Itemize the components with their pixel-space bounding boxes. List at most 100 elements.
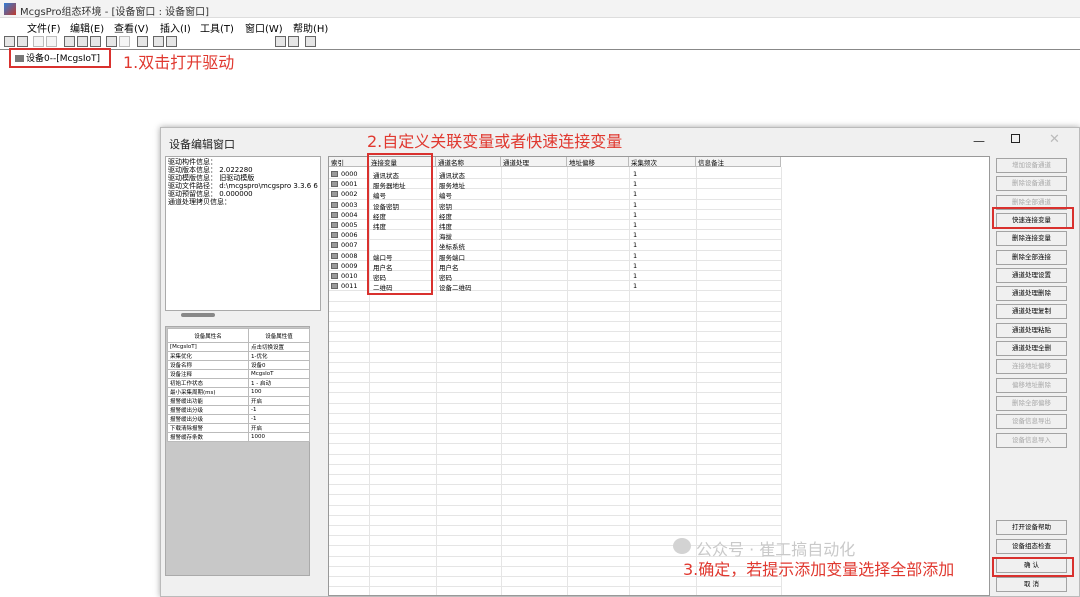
grid-header[interactable]: 通道名称 bbox=[436, 157, 501, 167]
menu-edit[interactable]: 编辑(E) bbox=[70, 20, 104, 35]
prop-row[interactable]: 最小采集周期(ms) 100 bbox=[166, 387, 310, 397]
prop-value[interactable]: 点击切换设置 bbox=[248, 342, 310, 352]
grid-line bbox=[329, 474, 781, 475]
prop-value[interactable]: 开启 bbox=[248, 396, 310, 406]
maximize-icon[interactable] bbox=[1011, 134, 1020, 143]
grid-header[interactable]: 信息备注 bbox=[696, 157, 781, 167]
prop-row[interactable]: 报警缓出分级 -1 bbox=[166, 405, 310, 415]
prop-name: 报警缓出分级 bbox=[166, 405, 250, 415]
prop-row[interactable]: 报警缓出分级 -1 bbox=[166, 414, 310, 424]
prop-name: 报警缓出分级 bbox=[166, 414, 250, 424]
button-4[interactable]: 删除连接变量 bbox=[996, 231, 1067, 247]
highlight-box bbox=[367, 153, 433, 295]
new-icon[interactable] bbox=[4, 36, 15, 47]
cell-freq: 1 bbox=[633, 210, 638, 219]
button-8[interactable]: 通道处理复制 bbox=[996, 304, 1067, 320]
prop-name: 报警缓出功能 bbox=[166, 396, 250, 406]
info-line: 驱动文件路径： d:\mcgspro\mcgspro 3.3.6 6 bbox=[168, 182, 318, 190]
cell-freq: 1 bbox=[633, 200, 638, 209]
tool-icon[interactable] bbox=[137, 36, 148, 47]
button-13[interactable]: 删除全部偏移 bbox=[996, 395, 1067, 411]
info-line: 驱动版本信息： 2.022280 bbox=[168, 166, 253, 174]
prop-row[interactable]: [McgsIoT] 点击切换设置 bbox=[166, 342, 310, 352]
device-icon[interactable] bbox=[153, 36, 164, 47]
grid-header[interactable]: 地址偏移 bbox=[567, 157, 629, 167]
tool-icon[interactable] bbox=[288, 36, 299, 47]
paste-icon[interactable] bbox=[90, 36, 101, 47]
grid-header[interactable]: 索引 bbox=[329, 157, 369, 167]
prop-value[interactable]: 开启 bbox=[248, 423, 310, 433]
prop-value[interactable]: -1 bbox=[248, 414, 310, 424]
cell-freq: 1 bbox=[633, 261, 638, 270]
prop-row[interactable]: 报警缓存条数 1000 bbox=[166, 432, 310, 442]
minimize-icon[interactable]: — bbox=[973, 134, 985, 148]
close-icon[interactable]: ✕ bbox=[1049, 132, 1060, 147]
channel-icon bbox=[331, 273, 338, 279]
grid-header[interactable]: 通道处理 bbox=[501, 157, 567, 167]
prop-value[interactable]: McgsIoT bbox=[248, 369, 310, 379]
prop-row[interactable]: 设备名称 设备0 bbox=[166, 360, 310, 370]
cut-icon[interactable] bbox=[64, 36, 75, 47]
prop-row[interactable]: 下载清除报警 开启 bbox=[166, 423, 310, 433]
menu-file[interactable]: 文件(F) bbox=[27, 20, 61, 35]
highlight-box bbox=[9, 48, 111, 68]
button-7[interactable]: 通道处理删除 bbox=[996, 286, 1067, 302]
menu-help[interactable]: 帮助(H) bbox=[293, 20, 328, 35]
button-1[interactable]: 删除设备通道 bbox=[996, 176, 1067, 192]
menu-window[interactable]: 窗口(W) bbox=[245, 20, 283, 35]
prop-name: 设备名称 bbox=[166, 360, 250, 370]
annotation-step2: 2.自定义关联变量或者快速连接变量 bbox=[367, 132, 623, 151]
button-14[interactable]: 设备信息导出 bbox=[996, 414, 1067, 430]
prop-name: 最小采集周期(ms) bbox=[166, 387, 250, 397]
grid-line bbox=[329, 382, 781, 384]
prop-value[interactable]: 1 - 启动 bbox=[248, 378, 310, 388]
grid-line bbox=[329, 361, 781, 363]
prop-value[interactable]: -1 bbox=[248, 405, 310, 415]
help-icon[interactable] bbox=[305, 36, 316, 47]
grid-line bbox=[329, 504, 781, 506]
button-6[interactable]: 通道处理设置 bbox=[996, 267, 1067, 283]
open-help-button[interactable]: 打开设备帮助 bbox=[996, 520, 1067, 535]
undo-icon[interactable] bbox=[106, 36, 117, 47]
prop-value[interactable]: 设备0 bbox=[248, 360, 310, 370]
cancel-button[interactable]: 取 消 bbox=[996, 577, 1067, 592]
button-0[interactable]: 增加设备通道 bbox=[996, 158, 1067, 173]
cell-index: 0000 bbox=[341, 170, 358, 178]
button-12[interactable]: 偏移地址删除 bbox=[996, 377, 1067, 393]
menu-tools[interactable]: 工具(T) bbox=[200, 20, 234, 35]
prop-name: 采集优化 bbox=[166, 351, 250, 361]
prop-row[interactable]: 设备注释 McgsIoT bbox=[166, 369, 310, 379]
scrollbar-thumb[interactable] bbox=[181, 313, 215, 317]
grid-line bbox=[329, 484, 781, 486]
grid-header[interactable]: 采集频次 bbox=[629, 157, 696, 167]
grid-line bbox=[329, 300, 781, 302]
cell-index: 0006 bbox=[341, 231, 358, 240]
prop-row[interactable]: 采集优化 1-优化 bbox=[166, 351, 310, 361]
button-11[interactable]: 连接地址偏移 bbox=[996, 359, 1067, 375]
menu-insert[interactable]: 插入(I) bbox=[160, 20, 191, 35]
info-line: 驱动预留信息： 0.000000 bbox=[168, 190, 253, 198]
cell-freq: 1 bbox=[633, 190, 638, 199]
prop-value[interactable]: 1-优化 bbox=[248, 351, 310, 361]
channel-icon bbox=[331, 262, 338, 269]
copy-icon[interactable] bbox=[77, 36, 88, 47]
prop-row[interactable]: 初始工作状态 1 - 启动 bbox=[166, 378, 310, 388]
prop-value[interactable]: 1000 bbox=[248, 432, 310, 442]
cell-index: 0001 bbox=[341, 180, 358, 189]
info-line: 驱动构件信息： bbox=[168, 158, 217, 166]
cell-freq: 1 bbox=[633, 272, 638, 280]
prop-row[interactable]: 报警缓出功能 开启 bbox=[166, 396, 310, 406]
button-9[interactable]: 通道处理粘贴 bbox=[996, 322, 1067, 338]
button-5[interactable]: 删除全部连接 bbox=[996, 249, 1067, 265]
highlight-box bbox=[992, 557, 1074, 577]
tool-icon[interactable] bbox=[275, 36, 286, 47]
channel-icon bbox=[331, 181, 338, 188]
device-config-icon[interactable] bbox=[166, 36, 177, 47]
config-check-button[interactable]: 设备组态检查 bbox=[996, 539, 1067, 554]
prop-value[interactable]: 100 bbox=[248, 387, 310, 397]
button-10[interactable]: 通道处理全删 bbox=[996, 341, 1067, 356]
menu-view[interactable]: 查看(V) bbox=[114, 20, 149, 35]
save-icon[interactable] bbox=[17, 36, 28, 47]
button-15[interactable]: 设备信息导入 bbox=[996, 432, 1067, 448]
prop-name: 初始工作状态 bbox=[166, 378, 250, 388]
